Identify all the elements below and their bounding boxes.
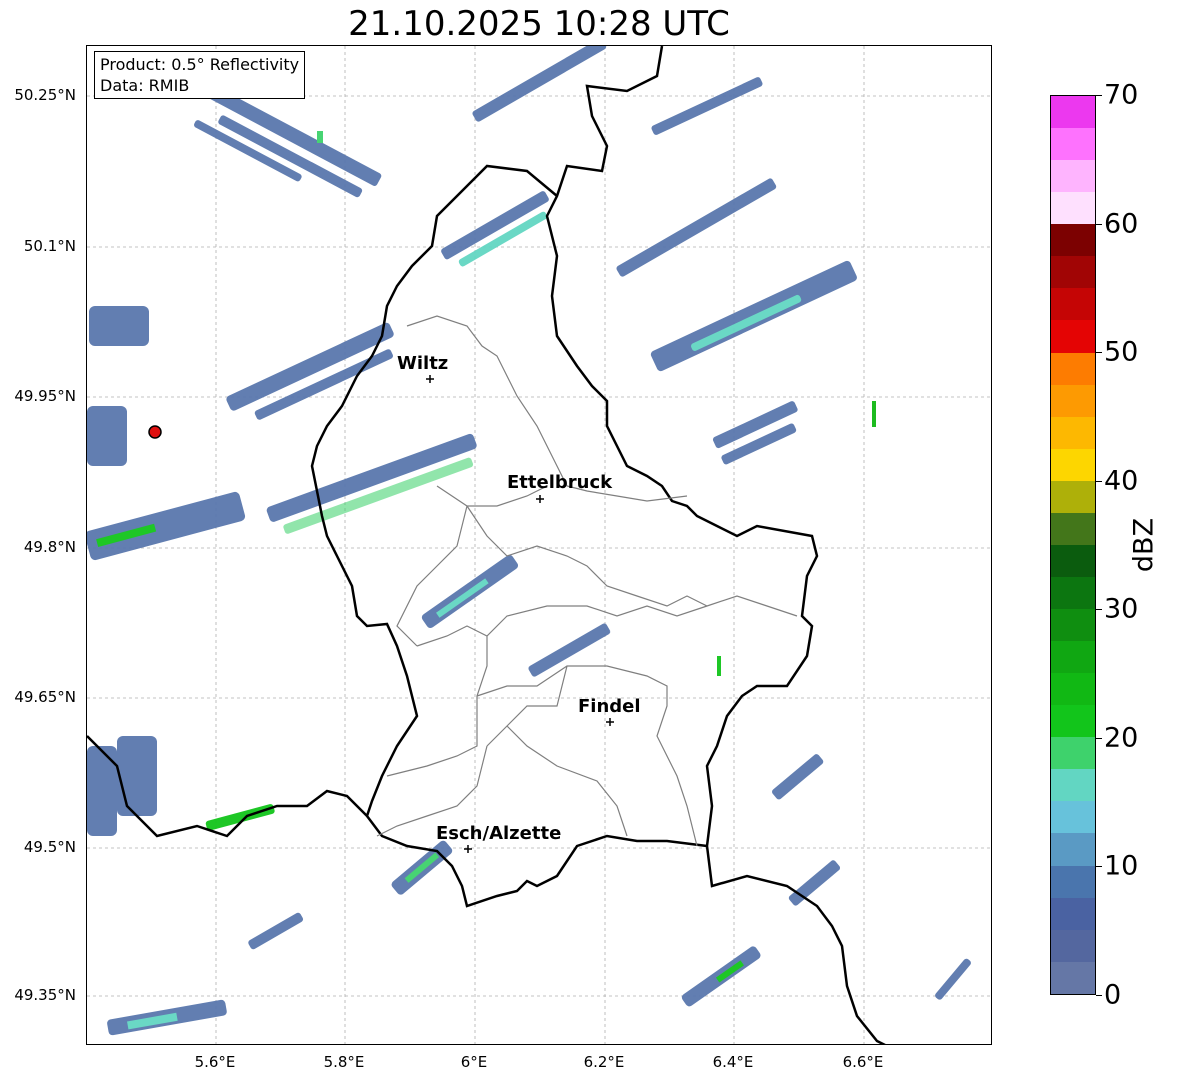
colorbar-segment <box>1051 865 1095 898</box>
radar-site-marker <box>148 425 162 439</box>
colorbar-tick-mark <box>1096 352 1102 354</box>
radar-echoes <box>87 46 971 1036</box>
product-info-box: Product: 0.5° Reflectivity Data: RMIB <box>94 51 306 99</box>
lat-label: 49.8°N <box>23 538 76 556</box>
colorbar-segment <box>1051 512 1095 545</box>
colorbar-segment <box>1051 576 1095 609</box>
colorbar-segment <box>1051 801 1095 834</box>
colorbar-segment <box>1051 705 1095 738</box>
lat-label: 50.1°N <box>23 237 76 255</box>
dbz-colorbar <box>1050 95 1096 995</box>
map-canvas: Wiltz Ettelbruck Findel Esch/Alzette <box>87 46 991 1044</box>
colorbar-segment <box>1051 160 1095 193</box>
national-border <box>87 46 886 1044</box>
colorbar-segment <box>1051 544 1095 577</box>
colorbar-segment <box>1051 769 1095 802</box>
colorbar-segment <box>1051 288 1095 321</box>
colorbar-segment <box>1051 96 1095 129</box>
colorbar-tick-label: 20 <box>1104 722 1139 754</box>
colorbar-segment <box>1051 320 1095 353</box>
lon-label: 6.4°E <box>712 1053 754 1071</box>
colorbar-segment <box>1051 641 1095 674</box>
colorbar-tick-mark <box>1096 95 1102 96</box>
colorbar-segment <box>1051 480 1095 513</box>
colorbar-segment <box>1051 416 1095 449</box>
colorbar-tick-mark <box>1096 609 1102 611</box>
data-source-text: Data: RMIB <box>100 76 190 95</box>
colorbar-label: dBZ <box>1128 517 1160 573</box>
lat-label: 49.65°N <box>14 688 76 706</box>
colorbar-tick-label: 70 <box>1104 79 1139 111</box>
lat-label: 49.5°N <box>23 838 76 856</box>
lon-label: 6°E <box>460 1053 488 1071</box>
colorbar-segment <box>1051 929 1095 962</box>
lat-label: 50.25°N <box>14 86 76 104</box>
product-text: Product: 0.5° Reflectivity <box>100 55 300 74</box>
colorbar-segment <box>1051 897 1095 930</box>
lon-label: 6.2°E <box>583 1053 625 1071</box>
map-title: 21.10.2025 10:28 UTC <box>348 4 730 44</box>
city-label-ettelbruck: Ettelbruck <box>507 472 613 493</box>
colorbar-segment <box>1051 961 1095 994</box>
lon-label: 6.6°E <box>842 1053 884 1071</box>
lon-label: 5.8°E <box>323 1053 365 1071</box>
city-label-esch-alzette: Esch/Alzette <box>436 823 561 844</box>
city-label-findel: Findel <box>578 696 641 717</box>
colorbar-segment <box>1051 673 1095 706</box>
colorbar-segment <box>1051 128 1095 161</box>
colorbar-tick-mark <box>1096 866 1102 868</box>
colorbar-tick-mark <box>1096 995 1102 996</box>
colorbar-segment <box>1051 448 1095 481</box>
city-label-wiltz: Wiltz <box>397 353 448 374</box>
colorbar-segment <box>1051 256 1095 289</box>
colorbar-tick-label: 60 <box>1104 208 1139 240</box>
colorbar-tick-label: 30 <box>1104 593 1139 625</box>
lat-label: 49.35°N <box>14 986 76 1004</box>
colorbar-segment <box>1051 192 1095 225</box>
colorbar-tick-label: 40 <box>1104 465 1139 497</box>
lat-label: 49.95°N <box>14 387 76 405</box>
colorbar-tick-mark <box>1096 737 1102 739</box>
colorbar-tick-mark <box>1096 223 1102 225</box>
colorbar-segment <box>1051 609 1095 642</box>
colorbar-segment <box>1051 833 1095 866</box>
colorbar-segment <box>1051 352 1095 385</box>
colorbar-segment <box>1051 737 1095 770</box>
colorbar-tick-label: 10 <box>1104 850 1139 882</box>
colorbar-tick-label: 0 <box>1104 979 1122 1011</box>
colorbar-segment <box>1051 224 1095 257</box>
lon-label: 5.6°E <box>194 1053 236 1071</box>
colorbar-tick-mark <box>1096 480 1102 482</box>
colorbar-tick-label: 50 <box>1104 336 1139 368</box>
colorbar-segment <box>1051 384 1095 417</box>
radar-map[interactable]: Wiltz Ettelbruck Findel Esch/Alzette <box>86 45 992 1045</box>
